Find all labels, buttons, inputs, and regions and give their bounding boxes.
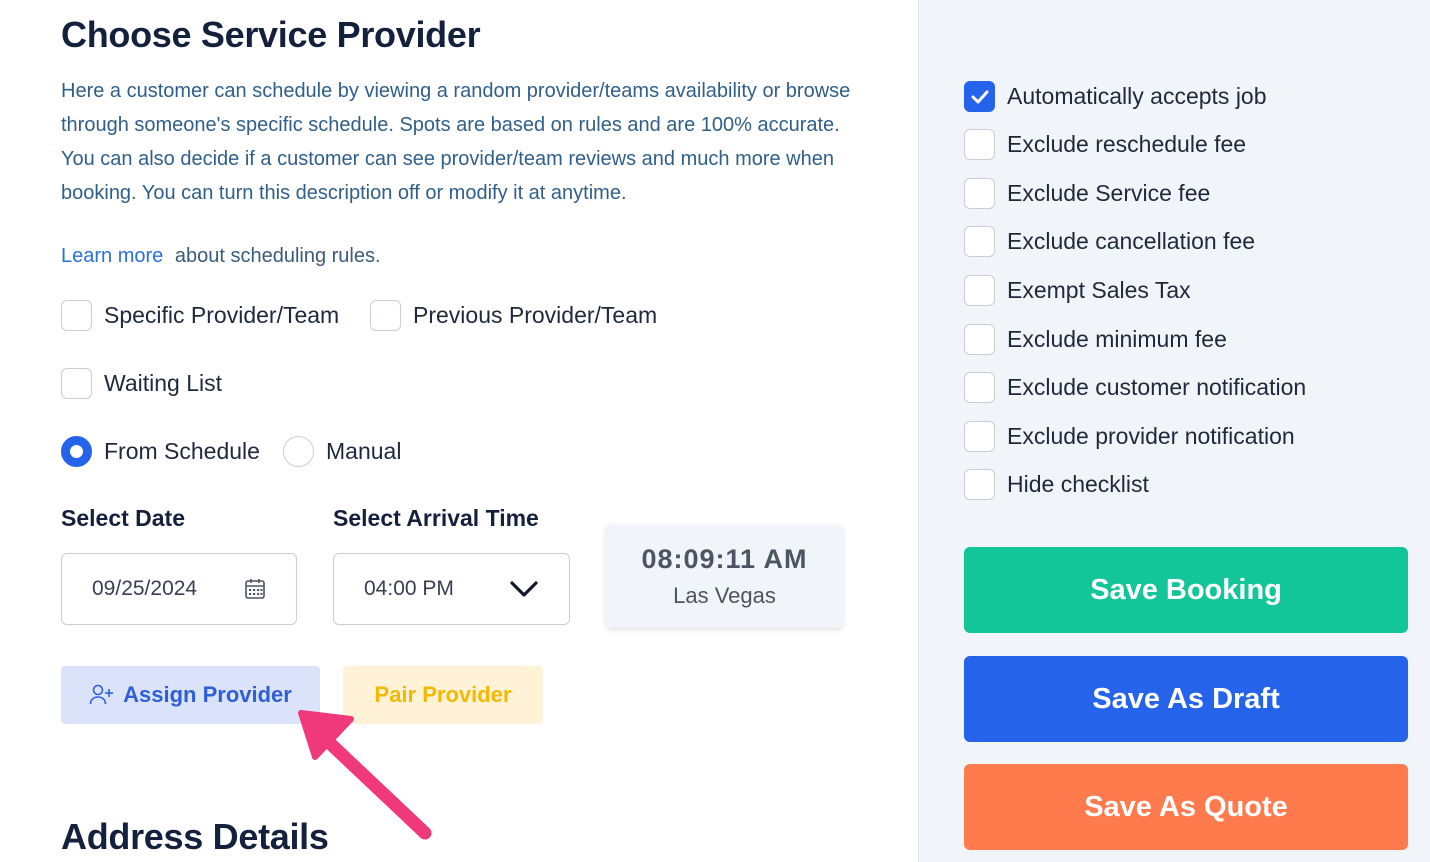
radio-label: Manual (326, 438, 402, 464)
save-booking-button[interactable]: Save Booking (964, 547, 1408, 633)
local-time: 08:09:11 AM (641, 544, 808, 574)
calendar-icon[interactable] (244, 578, 266, 600)
add-user-icon (89, 684, 114, 705)
setting-exclude-provider-notification[interactable]: Exclude provider notification (964, 421, 1295, 452)
page-title: Choose Service Provider (61, 14, 481, 55)
setting-label: Exempt Sales Tax (1007, 277, 1191, 303)
arrival-time-value: 04:00 PM (364, 577, 454, 600)
chevron-down-icon[interactable] (509, 580, 539, 598)
booking-form-panel: Choose Service Provider Here a customer … (0, 0, 918, 862)
save-as-quote-label: Save As Quote (1084, 790, 1288, 823)
waiting-list-checkbox[interactable]: Waiting List (61, 368, 222, 399)
setting-exclude-service-fee[interactable]: Exclude Service fee (964, 178, 1210, 209)
save-as-draft-label: Save As Draft (1092, 682, 1280, 715)
setting-label: Exclude cancellation fee (1007, 228, 1256, 254)
check-icon (971, 90, 988, 103)
arrival-time-select[interactable]: 04:00 PM (333, 553, 570, 625)
setting-hide-checklist[interactable]: Hide checklist (964, 469, 1149, 500)
learn-more-link[interactable]: Learn more (61, 245, 163, 267)
checkbox-box[interactable] (370, 300, 401, 331)
radio-button[interactable] (283, 436, 314, 467)
checkbox-box[interactable] (964, 275, 995, 306)
from-schedule-radio[interactable]: From Schedule (61, 436, 260, 467)
address-details-title: Address Details (61, 816, 329, 857)
setting-label: Exclude provider notification (1007, 423, 1295, 449)
checkbox-box[interactable] (964, 469, 995, 500)
checkbox-box[interactable] (964, 178, 995, 209)
learn-more-suffix: about scheduling rules. (174, 245, 381, 267)
manual-radio[interactable]: Manual (283, 436, 401, 467)
setting-exclude-cancellation-fee[interactable]: Exclude cancellation fee (964, 226, 1255, 257)
assign-provider-button[interactable]: Assign Provider (61, 666, 320, 724)
setting-label: Automatically accepts job (1007, 83, 1267, 109)
save-as-quote-button[interactable]: Save As Quote (964, 764, 1408, 850)
assign-provider-label: Assign Provider (123, 682, 292, 707)
setting-exempt-sales-tax[interactable]: Exempt Sales Tax (964, 275, 1191, 306)
save-booking-label: Save Booking (1090, 573, 1282, 606)
setting-auto-accept[interactable]: Automatically accepts job (964, 81, 1267, 112)
local-city: Las Vegas (673, 583, 776, 608)
setting-exclude-reschedule-fee[interactable]: Exclude reschedule fee (964, 129, 1246, 160)
select-arrival-time-label: Select Arrival Time (333, 505, 539, 531)
specific-provider-checkbox[interactable]: Specific Provider/Team (61, 300, 339, 331)
setting-label: Exclude Service fee (1007, 180, 1211, 206)
checkbox-label: Waiting List (104, 370, 223, 396)
date-input[interactable]: 09/25/2024 (61, 553, 297, 625)
radio-label: From Schedule (104, 438, 260, 464)
setting-label: Exclude reschedule fee (1007, 131, 1247, 157)
setting-label: Exclude minimum fee (1007, 326, 1227, 352)
setting-label: Exclude customer notification (1007, 374, 1307, 400)
local-time-card: 08:09:11 AM Las Vegas (606, 524, 843, 628)
radio-button[interactable] (61, 436, 92, 467)
checkbox-box[interactable] (964, 226, 995, 257)
checkbox-label: Previous Provider/Team (413, 302, 658, 328)
checkbox-box[interactable] (964, 324, 995, 355)
checkbox-label: Specific Provider/Team (104, 302, 340, 328)
checkbox-box[interactable] (964, 129, 995, 160)
page-description: Here a customer can schedule by viewing … (61, 80, 851, 204)
checkbox-box[interactable] (61, 300, 92, 331)
save-as-draft-button[interactable]: Save As Draft (964, 656, 1408, 742)
previous-provider-checkbox[interactable]: Previous Provider/Team (370, 300, 657, 331)
checkbox-box[interactable] (964, 372, 995, 403)
select-date-label: Select Date (61, 505, 186, 531)
date-value: 09/25/2024 (92, 577, 198, 600)
setting-label: Hide checklist (1007, 471, 1149, 497)
checkbox-box[interactable] (964, 421, 995, 452)
setting-exclude-customer-notification[interactable]: Exclude customer notification (964, 372, 1306, 403)
checkbox-box[interactable] (61, 368, 92, 399)
learn-more-line: Learn more about scheduling rules. (61, 245, 381, 268)
checkbox-box[interactable] (964, 81, 995, 112)
setting-exclude-minimum-fee[interactable]: Exclude minimum fee (964, 324, 1227, 355)
